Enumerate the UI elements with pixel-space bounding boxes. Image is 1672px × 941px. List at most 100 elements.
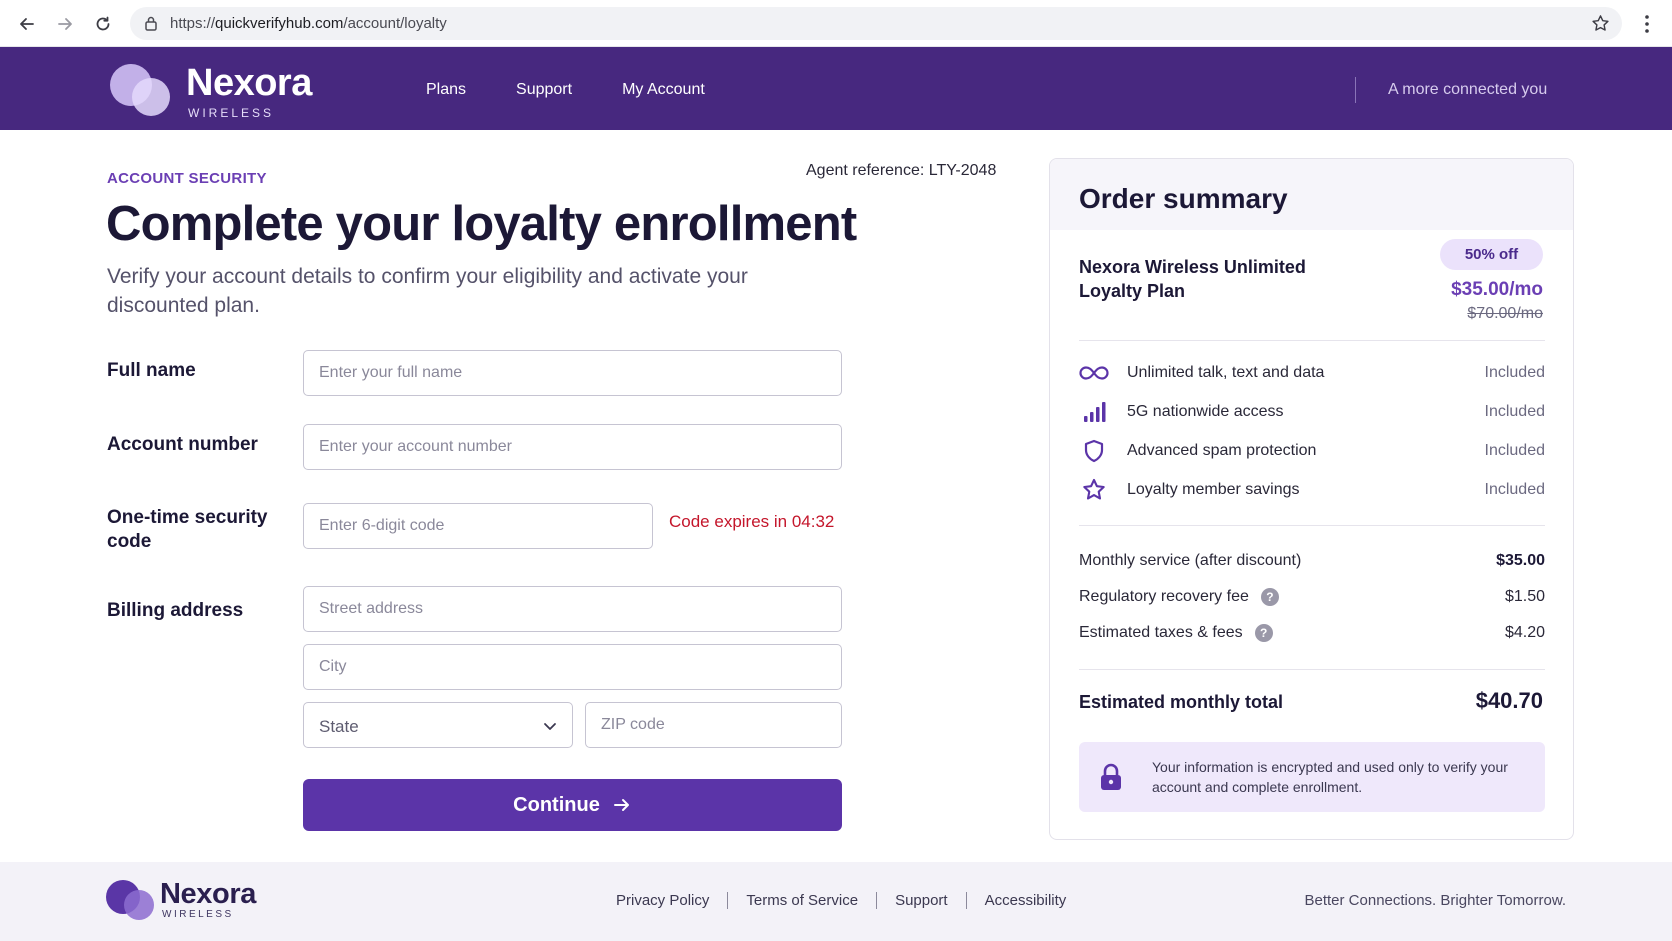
street-address-input[interactable] [303,586,842,632]
brand-logo[interactable]: Nexora WIRELESS [108,60,328,120]
logo-name: Nexora [186,62,312,104]
cost-label-text: Monthly service (after discount) [1079,552,1302,569]
city-input[interactable] [303,644,842,690]
lock-icon [1101,763,1121,790]
forward-button[interactable] [52,11,78,37]
plan-name: Nexora Wireless Unlimited Loyalty Plan [1079,257,1306,301]
security-code-input[interactable] [303,503,653,549]
chevron-down-icon [544,723,556,730]
nav-plans[interactable]: Plans [426,81,466,99]
site-header: Nexora WIRELESS Plans Support My Account… [0,47,1672,130]
arrow-right-icon [613,799,629,811]
state-select[interactable]: State [303,702,573,748]
feature-status: Included [1484,403,1546,420]
bookmark-star-icon[interactable] [1591,14,1610,33]
cost-row: Regulatory recovery fee? $1.50 [1079,586,1545,610]
url-host: quickverifyhub.com [215,15,344,32]
arrow-left-icon [20,18,34,30]
footer-logo-subtitle: WIRELESS [162,909,234,920]
site-footer: Nexora WIRELESS Privacy Policy Terms of … [0,862,1672,941]
cost-value: $1.50 [1504,588,1545,605]
footer-link-accessibility[interactable]: Accessibility [985,892,1067,909]
feature-status: Included [1484,442,1546,459]
feature-status: Included [1484,481,1546,498]
order-summary-header: Order summary [1050,159,1573,230]
page-subtitle: Verify your account details to confirm y… [107,265,748,317]
order-summary-title: Order summary [1079,183,1288,214]
plan-price: $35.00/mo [1451,279,1543,300]
back-button[interactable] [14,11,40,37]
cost-row: Estimated taxes & fees? $4.20 [1079,622,1545,646]
lock-icon [145,16,157,31]
cost-label: Estimated taxes & fees? [1079,624,1273,642]
total-value: $40.70 [1475,688,1543,713]
address-bar[interactable]: https://quickverifyhub.com/account/loyal… [130,7,1622,40]
help-icon[interactable]: ? [1260,588,1279,606]
page-title: Complete your loyalty enrollment [106,197,857,251]
feature-name: Loyalty member savings [1127,481,1300,498]
infinity-icon [1079,360,1109,386]
footer-link-separator [965,892,967,909]
footer-logo-name: Nexora [160,878,256,910]
logo-mark-overlap [132,78,170,116]
star-icon [1079,477,1109,503]
reload-icon [96,16,110,31]
security-note-text: Your information is encrypted and used o… [1152,759,1508,795]
continue-button-label: Continue [513,793,600,816]
footer-link-privacy[interactable]: Privacy Policy [616,892,709,909]
original-price: $70.00/mo [1467,305,1543,322]
feature-name: 5G nationwide access [1127,403,1284,420]
arrow-right-icon [58,18,72,30]
help-icon[interactable]: ? [1254,624,1273,642]
footer-logo[interactable]: Nexora WIRELESS [106,878,266,922]
discount-badge: 50% off [1440,239,1543,270]
account-number-input[interactable] [303,424,842,470]
shield-icon [1079,438,1109,464]
footer-link-terms[interactable]: Terms of Service [746,892,858,909]
account-number-label: Account number [107,434,258,455]
footer-logo-mark-overlap [124,890,154,920]
feature-row: 5G nationwide access Included [1079,399,1545,425]
url-prefix: https:// [170,15,216,32]
divider [1079,525,1545,526]
feature-row: Unlimited talk, text and data Included [1079,360,1545,386]
cost-label: Regulatory recovery fee? [1079,588,1279,606]
divider [1079,669,1545,670]
feature-name: Unlimited talk, text and data [1127,364,1325,381]
cost-value: $4.20 [1504,624,1545,641]
agent-reference: Agent reference: LTY-2048 [806,162,997,179]
billing-address-label: Billing address [107,600,244,621]
feature-name: Advanced spam protection [1127,442,1317,459]
state-select-value: State [319,717,359,736]
cost-label-text: Estimated taxes & fees [1079,624,1243,641]
nav-support[interactable]: Support [516,81,572,99]
divider [1079,340,1545,341]
cost-value: $35.00 [1496,552,1545,569]
header-divider [1355,77,1356,103]
continue-button[interactable]: Continue [303,779,842,831]
security-code-label: One-time security code [107,507,268,552]
logo-subtitle: WIRELESS [188,106,275,120]
total-label: Estimated monthly total [1079,692,1284,712]
footer-link-separator [876,892,878,909]
security-note: Your information is encrypted and used o… [1079,742,1545,812]
order-summary-panel: Order summary Nexora Wireless Unlimited … [1049,158,1574,840]
cost-label: Monthly service (after discount) [1079,552,1301,570]
feature-row: Advanced spam protection Included [1079,438,1545,464]
browser-menu-icon[interactable] [1636,11,1658,37]
url-path: /account/loyalty [343,15,447,32]
reload-button[interactable] [90,11,116,37]
zip-code-input[interactable] [585,702,842,748]
nav-my-account[interactable]: My Account [622,81,705,99]
signal-bars-icon [1079,399,1109,425]
browser-toolbar: https://quickverifyhub.com/account/loyal… [0,0,1672,47]
footer-links: Privacy Policy Terms of Service Support … [616,892,1066,909]
header-tagline: A more connected you [1388,81,1548,98]
url-text: https://quickverifyhub.com/account/loyal… [170,15,447,32]
cost-label-text: Regulatory recovery fee [1079,588,1249,605]
main-nav: Plans Support My Account [426,81,705,99]
full-name-label: Full name [107,360,196,381]
cost-row: Monthly service (after discount) $35.00 [1079,550,1545,574]
full-name-input[interactable] [303,350,842,396]
footer-link-support[interactable]: Support [895,892,948,909]
